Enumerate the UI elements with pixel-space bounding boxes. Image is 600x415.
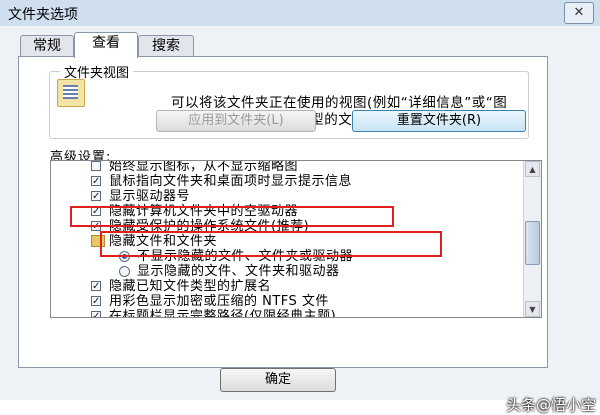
- chevron-down-icon: ▼: [529, 305, 536, 314]
- highlight-box-hidden-files-option: [100, 231, 442, 257]
- highlight-box-protected-files: [70, 206, 394, 227]
- tree-scrollbar[interactable]: ▲ ▼: [523, 161, 541, 317]
- tree-row-label: 隐藏已知文件类型的扩展名: [109, 279, 272, 294]
- tree-row-label: 显示隐藏的文件、文件夹和驱动器: [137, 264, 340, 279]
- tree-row[interactable]: ✓ 鼠标指向文件夹和桌面项时显示提示信息: [51, 174, 523, 189]
- checkbox[interactable]: ✓: [91, 191, 101, 202]
- tree-row-label: 始终显示图标，从不显示缩略图: [109, 160, 299, 174]
- scroll-down-button[interactable]: ▼: [525, 301, 540, 317]
- watermark: 头条@悟小空: [505, 396, 596, 414]
- radio-button[interactable]: [119, 266, 130, 277]
- chevron-up-icon: ▲: [529, 165, 536, 174]
- tab-general[interactable]: 常规: [20, 35, 74, 57]
- tree-row[interactable]: ✓ 隐藏已知文件类型的扩展名: [51, 279, 523, 294]
- tree-row[interactable]: 显示隐藏的文件、文件夹和驱动器: [51, 264, 523, 279]
- tab-view[interactable]: 查看: [74, 32, 138, 58]
- tree-row[interactable]: ✓ 用彩色显示加密或压缩的 NTFS 文件: [51, 294, 523, 309]
- tab-search[interactable]: 搜索: [138, 35, 194, 57]
- tree-row[interactable]: 始终显示图标，从不显示缩略图: [51, 160, 523, 174]
- titlebar: 文件夹选项 ✕: [0, 0, 600, 27]
- scroll-up-button[interactable]: ▲: [525, 161, 540, 177]
- checkbox[interactable]: ✓: [91, 176, 101, 187]
- reset-folders-button[interactable]: 重置文件夹(R): [352, 110, 526, 132]
- checkbox[interactable]: ✓: [91, 281, 101, 292]
- checkbox[interactable]: [91, 161, 101, 171]
- dialog: 常规 查看 搜索 文件夹视图 可以将该文件夹正在使用的视图(例如“详细信息”或“…: [0, 26, 600, 414]
- checkbox[interactable]: ✓: [91, 311, 101, 317]
- tree-row[interactable]: ✓ 显示驱动器号: [51, 189, 523, 204]
- tree-row-label: 鼠标指向文件夹和桌面项时显示提示信息: [109, 174, 353, 189]
- ok-button[interactable]: 确定: [220, 368, 336, 392]
- apply-to-folders-button[interactable]: 应用到文件夹(L): [156, 110, 316, 132]
- folder-view-icon: [57, 79, 85, 107]
- tree-row-label: 在标题栏显示完整路径(仅限经典主题): [109, 309, 337, 318]
- close-button[interactable]: ✕: [564, 2, 594, 24]
- scroll-thumb[interactable]: [525, 221, 540, 265]
- tree-row-label: 显示驱动器号: [109, 189, 191, 204]
- tree-row[interactable]: ✓ 在标题栏显示完整路径(仅限经典主题): [51, 309, 523, 318]
- window-title: 文件夹选项: [8, 7, 78, 23]
- tree-row-label: 用彩色显示加密或压缩的 NTFS 文件: [109, 294, 329, 309]
- checkbox[interactable]: ✓: [91, 296, 101, 307]
- close-icon: ✕: [573, 5, 585, 20]
